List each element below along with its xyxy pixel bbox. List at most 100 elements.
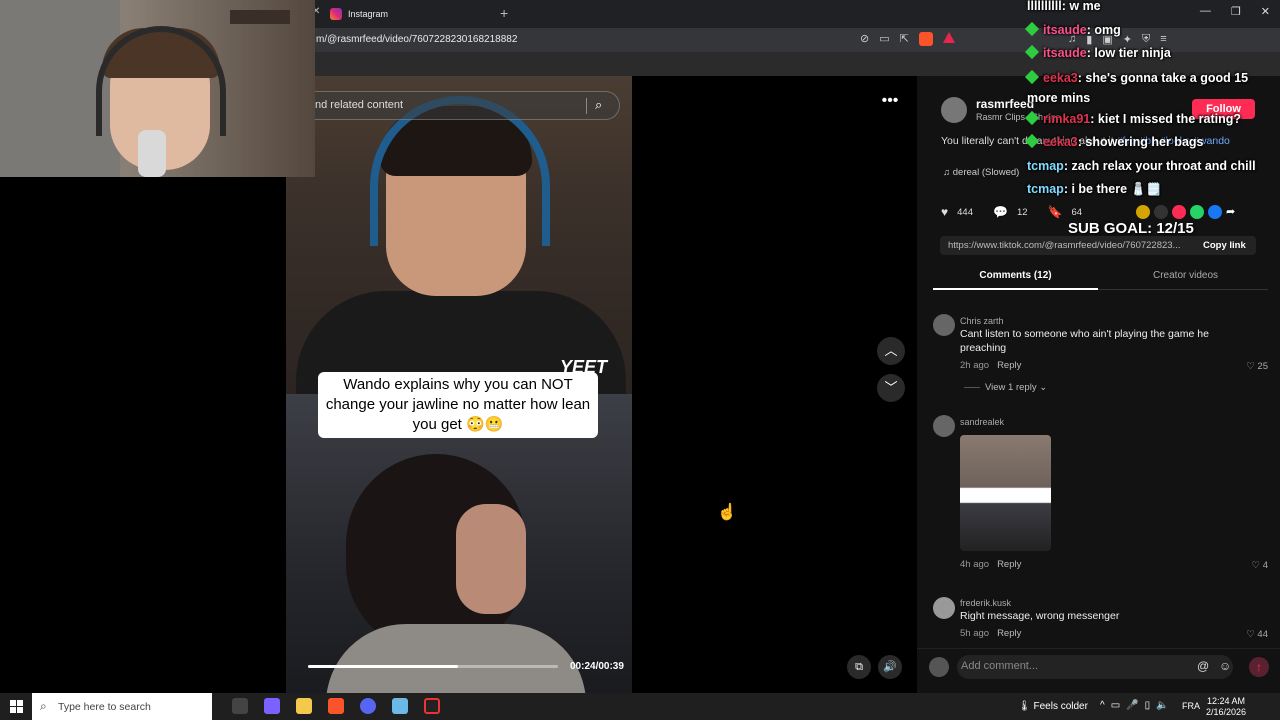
music-info[interactable]: ♫ dereal (Slowed): [943, 167, 1019, 178]
discord-icon[interactable]: [360, 698, 376, 714]
taskbar-apps: [232, 698, 440, 714]
speaker-icon[interactable]: 🔈: [1156, 700, 1168, 711]
obs-icon[interactable]: [424, 698, 440, 714]
new-tab-button[interactable]: +: [500, 5, 508, 21]
brave-shield-icon[interactable]: [918, 32, 933, 46]
reply-button[interactable]: Reply: [997, 628, 1021, 639]
chat-username: tcmap: [1027, 158, 1064, 173]
bookmark-icon[interactable]: 🔖: [1048, 205, 1063, 219]
app-icon[interactable]: [392, 698, 408, 714]
chat-username: itsaude: [1043, 46, 1087, 60]
battery-icon[interactable]: ▯: [1145, 700, 1151, 711]
brave-rewards-icon[interactable]: [942, 32, 955, 43]
search-icon: ⌕: [40, 699, 47, 713]
video-frame-bottom: [286, 394, 632, 693]
commenter-name[interactable]: Chris zarth: [960, 316, 1004, 326]
heart-outline-icon: ♡: [1246, 629, 1255, 640]
search-input[interactable]: nd related content: [315, 99, 403, 111]
task-view-icon[interactable]: [232, 698, 248, 714]
chat-text: : omg: [1086, 22, 1121, 37]
more-options-button[interactable]: •••: [878, 92, 902, 112]
like-count: 444: [957, 206, 973, 218]
view-replies-label: View 1 reply: [985, 382, 1037, 393]
comment-likes[interactable]: ♡ 44: [1228, 629, 1268, 640]
sub-badge-icon: [1024, 110, 1040, 125]
send-comment-button[interactable]: ↑: [1249, 657, 1269, 677]
sub-badge-icon: [1024, 133, 1040, 149]
file-explorer-icon[interactable]: [296, 698, 312, 714]
commenter-name[interactable]: sandrealek: [960, 417, 1004, 427]
language-indicator[interactable]: FRA: [1182, 701, 1200, 711]
url-field[interactable]: m/@rasmrfeed/video/7607228230168218882: [316, 34, 517, 45]
tab-comments[interactable]: Comments (12): [933, 270, 1098, 281]
share-arrow-icon[interactable]: ➦: [1226, 205, 1240, 219]
active-tab-indicator: [933, 288, 1098, 290]
taskbar: ⌕ Type here to search 🌡 Feels colder ^ ▭…: [0, 693, 1280, 720]
save-count: 64: [1071, 206, 1083, 218]
progress-bar[interactable]: [308, 665, 558, 668]
commenter-avatar[interactable]: [933, 597, 955, 619]
commenter-avatar[interactable]: [933, 415, 955, 437]
comment-image[interactable]: [960, 435, 1051, 551]
clock[interactable]: 12:24 AM 2/16/2026: [1206, 696, 1246, 718]
chat-message: tcmap: zach relax your throat and chill: [1022, 155, 1280, 179]
tab-title: Instagram: [348, 9, 389, 19]
panel-tabs: Comments (12) Creator videos: [933, 268, 1268, 290]
taskbar-search[interactable]: ⌕ Type here to search: [32, 693, 212, 720]
microphone-icon[interactable]: 🎤: [1126, 700, 1138, 711]
search-bar[interactable]: nd related content ⌕: [300, 91, 620, 120]
windows-start-icon[interactable]: [10, 700, 23, 713]
screen: ✕ Instagram + — ❐ ✕ m/@rasmrfeed/video/7…: [0, 0, 1280, 720]
facebook-icon[interactable]: [1208, 205, 1222, 219]
pip-icon: ⧉: [855, 661, 863, 673]
heart-icon[interactable]: ♥: [941, 205, 948, 219]
video-caption: Wando explains why you can NOT change yo…: [318, 372, 598, 438]
comment-composer: Add comment... @ ☺ ↑: [917, 648, 1280, 693]
creator-avatar[interactable]: [941, 97, 967, 123]
chevron-up-icon[interactable]: ^: [1100, 700, 1105, 711]
brave-browser-icon[interactable]: [328, 698, 344, 714]
mention-icon[interactable]: @: [1197, 659, 1209, 673]
cast-icon[interactable]: ▭: [879, 32, 889, 46]
copilot-icon[interactable]: [264, 698, 280, 714]
arrow-up-icon: ↑: [1256, 660, 1262, 674]
comment-likes[interactable]: ♡ 25: [1228, 361, 1268, 372]
taskbar-search-input[interactable]: Type here to search: [58, 701, 151, 713]
previous-video-button[interactable]: ︿: [877, 337, 905, 365]
chevron-up-icon: ︿: [884, 343, 898, 358]
embed-icon[interactable]: [1154, 205, 1168, 219]
chat-text: : zach relax your throat and chill: [1063, 158, 1256, 173]
sub-goal: SUB GOAL: 12/15: [1068, 220, 1194, 237]
weather-icon: 🌡: [1018, 701, 1031, 712]
copy-link-button[interactable]: Copy link: [1203, 240, 1246, 251]
camera-off-icon[interactable]: ⊘: [860, 32, 869, 46]
heart-outline-icon: ♡: [1246, 361, 1255, 372]
tab-instagram[interactable]: Instagram: [330, 3, 490, 25]
emoji-icon[interactable]: ☺: [1219, 659, 1231, 673]
send-icon[interactable]: [1172, 205, 1186, 219]
volume-button[interactable]: 🔊: [878, 655, 902, 679]
whatsapp-icon[interactable]: [1190, 205, 1204, 219]
comment-likes[interactable]: ♡ 4: [1228, 560, 1268, 571]
tab-creator-videos[interactable]: Creator videos: [1103, 270, 1268, 281]
chat-message: llllllllll: w me: [1022, 0, 1280, 19]
commenter-avatar[interactable]: [933, 314, 955, 336]
view-replies-button[interactable]: View 1 reply ⌄: [985, 382, 1047, 393]
comment-like-count: 25: [1257, 361, 1268, 372]
repost-icon[interactable]: [1136, 205, 1150, 219]
next-video-button[interactable]: ﹀: [877, 374, 905, 402]
network-icon[interactable]: ▭: [1111, 700, 1120, 711]
pip-button[interactable]: ⧉: [847, 655, 871, 679]
chat-message: tcmap: i be there 🧂🗒️: [1022, 178, 1280, 202]
reply-button[interactable]: Reply: [997, 360, 1021, 371]
commenter-name[interactable]: frederik.kusk: [960, 598, 1011, 608]
comment-input[interactable]: Add comment...: [957, 655, 1233, 679]
volume-icon: 🔊: [883, 661, 897, 673]
share-icon[interactable]: ⇱: [900, 32, 909, 46]
chat-message: itsaude: omg: [1022, 19, 1280, 43]
post-link[interactable]: https://www.tiktok.com/@rasmrfeed/video/…: [948, 240, 1188, 251]
comment-icon[interactable]: 💬: [993, 205, 1008, 219]
reply-button[interactable]: Reply: [997, 559, 1021, 570]
weather-widget[interactable]: 🌡 Feels colder: [1018, 701, 1088, 712]
search-icon[interactable]: ⌕: [595, 97, 602, 113]
